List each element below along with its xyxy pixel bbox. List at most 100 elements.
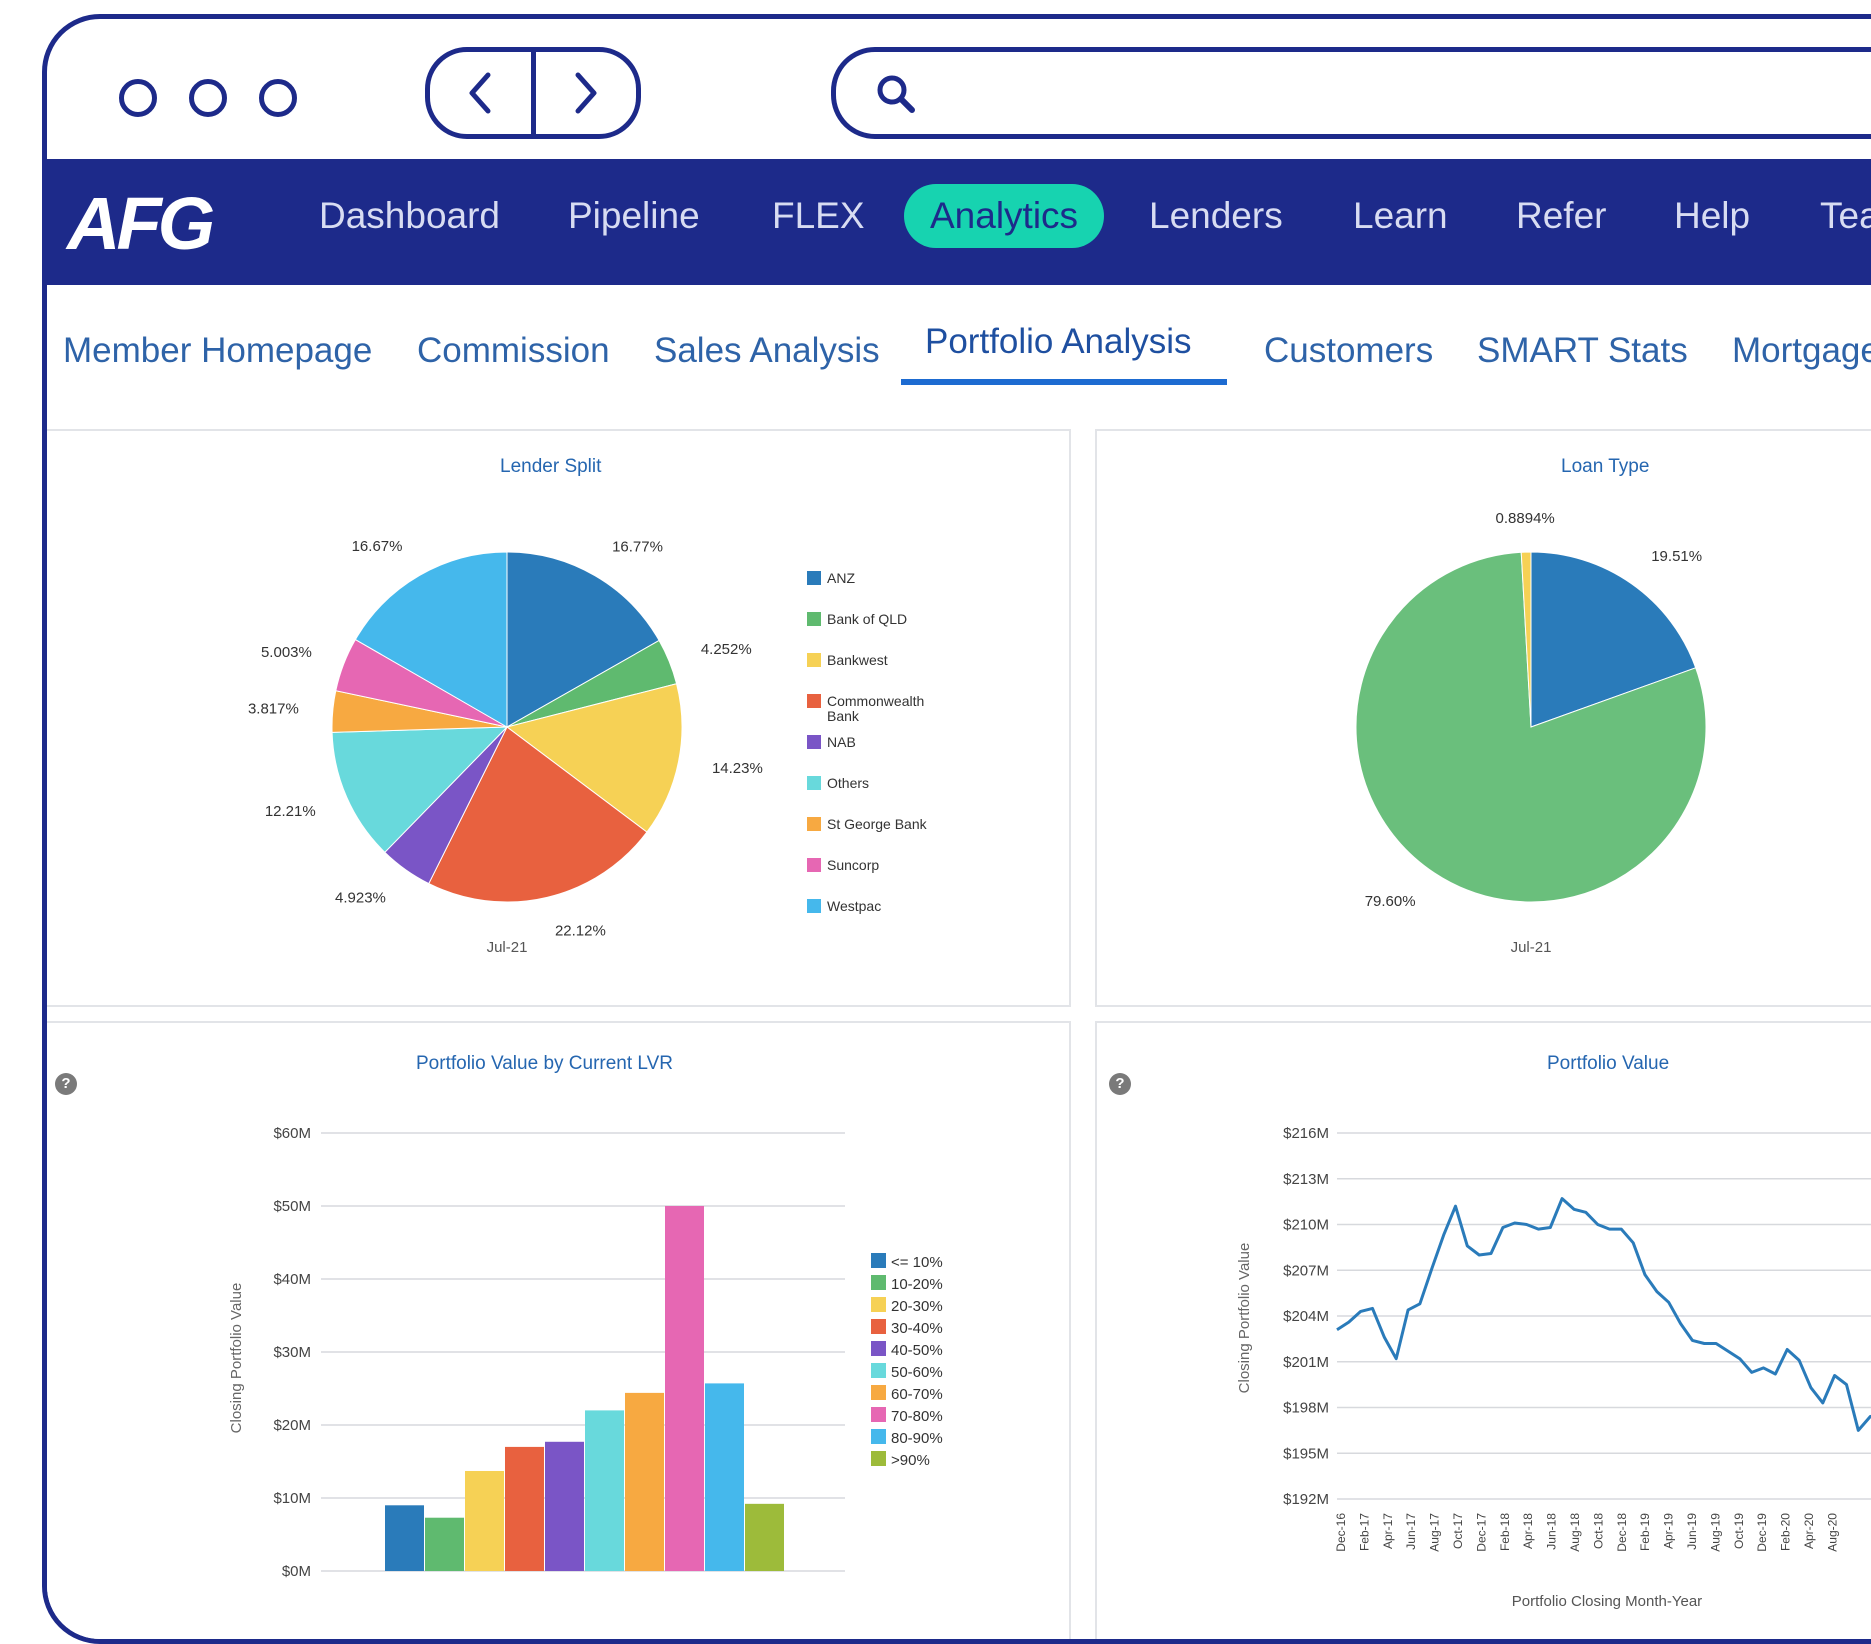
nav-pipeline[interactable]: Pipeline bbox=[568, 195, 700, 237]
window-dot-icon[interactable] bbox=[189, 79, 227, 117]
legend-label: St George Bank bbox=[827, 816, 928, 832]
portfolio-value-chart: $192M $195M $198M $201M $204M $207M $210M $213M… bbox=[1236, 1125, 1871, 1610]
tab-customers[interactable]: Customers bbox=[1264, 331, 1433, 371]
tab-sales-analysis[interactable]: Sales Analysis bbox=[654, 331, 880, 371]
legend-swatch bbox=[807, 612, 821, 626]
pie-data-label: 79.60% bbox=[1365, 893, 1416, 910]
y-tick-label: $195M bbox=[1283, 1445, 1329, 1462]
nav-lenders[interactable]: Lenders bbox=[1149, 195, 1283, 237]
search-icon bbox=[877, 75, 915, 113]
back-button[interactable] bbox=[430, 52, 530, 134]
pie-data-label: 5.003% bbox=[261, 644, 312, 661]
afg-logo[interactable]: AFG bbox=[67, 181, 215, 266]
legend-swatch bbox=[871, 1451, 886, 1466]
y-tick-label: $40M bbox=[273, 1271, 311, 1288]
x-tick-label: Dec-17 bbox=[1474, 1513, 1488, 1552]
legend-label: <= 10% bbox=[891, 1254, 943, 1271]
nav-analytics[interactable]: Analytics bbox=[904, 184, 1105, 248]
bar[interactable] bbox=[705, 1383, 744, 1571]
chevron-right-icon bbox=[575, 72, 597, 114]
lvr-chart: $0M $10M $20M $30M $40M $50M $60M Closing Portf… bbox=[228, 1125, 943, 1580]
legend-swatch bbox=[807, 694, 821, 708]
lvr-panel: Portfolio Value by Current LVR ? $0M $10M… bbox=[47, 1021, 1071, 1639]
bar[interactable] bbox=[665, 1206, 704, 1571]
pie-data-label: 16.77% bbox=[612, 538, 663, 555]
legend-swatch bbox=[807, 817, 821, 831]
legend-swatch bbox=[871, 1341, 886, 1356]
y-axis-label: Closing Portfolio Value bbox=[228, 1283, 245, 1434]
bar[interactable] bbox=[745, 1503, 784, 1571]
legend-swatch bbox=[807, 735, 821, 749]
x-axis-label: Portfolio Closing Month-Year bbox=[1512, 1593, 1702, 1610]
x-tick-label: Feb-20 bbox=[1779, 1513, 1793, 1551]
bar[interactable] bbox=[585, 1410, 624, 1571]
bar[interactable] bbox=[545, 1441, 584, 1571]
y-tick-label: $30M bbox=[273, 1344, 311, 1361]
pie-data-label: 19.51% bbox=[1651, 548, 1702, 565]
legend-label: Others bbox=[827, 775, 869, 791]
pie-data-label: 14.23% bbox=[712, 760, 763, 777]
tab-portfolio-analysis[interactable]: Portfolio Analysis bbox=[925, 322, 1192, 362]
tab-smart-stats[interactable]: SMART Stats bbox=[1477, 331, 1688, 371]
legend-swatch bbox=[807, 776, 821, 790]
legend-swatch bbox=[807, 653, 821, 667]
y-tick-label: $50M bbox=[273, 1198, 311, 1215]
window-dot-icon[interactable] bbox=[119, 79, 157, 117]
x-tick-label: Jun-17 bbox=[1404, 1513, 1418, 1550]
pie-data-label: 12.21% bbox=[265, 803, 316, 820]
legend-swatch bbox=[871, 1275, 886, 1290]
tab-mortgage[interactable]: Mortgage bbox=[1732, 331, 1871, 371]
bar[interactable] bbox=[465, 1470, 504, 1571]
y-tick-label: $198M bbox=[1283, 1400, 1329, 1417]
legend-swatch bbox=[871, 1385, 886, 1400]
pie-x-label: Jul-21 bbox=[1511, 939, 1552, 956]
bar[interactable] bbox=[625, 1392, 664, 1571]
y-tick-label: $201M bbox=[1283, 1354, 1329, 1371]
lender-split-panel: Lender Split 16.77% 4.252% 14.23% 22.12% 4.9… bbox=[47, 429, 1071, 1007]
y-tick-label: $0M bbox=[282, 1563, 311, 1580]
legend-swatch bbox=[807, 858, 821, 872]
x-tick-label: Aug-17 bbox=[1428, 1513, 1442, 1552]
x-tick-label: Dec-19 bbox=[1755, 1513, 1769, 1552]
bar[interactable] bbox=[385, 1505, 424, 1571]
nav-refer[interactable]: Refer bbox=[1516, 195, 1606, 237]
x-tick-label: Apr-20 bbox=[1802, 1513, 1816, 1549]
tab-member-homepage[interactable]: Member Homepage bbox=[63, 331, 372, 371]
legend-label: Westpac bbox=[827, 898, 881, 914]
legend-label: 40-50% bbox=[891, 1342, 943, 1359]
bar[interactable] bbox=[505, 1446, 544, 1571]
x-tick-label: Jun-19 bbox=[1685, 1513, 1699, 1550]
nav-help[interactable]: Help bbox=[1674, 195, 1750, 237]
window-dot-icon[interactable] bbox=[259, 79, 297, 117]
legend-swatch bbox=[871, 1407, 886, 1422]
chevron-left-icon bbox=[469, 72, 491, 114]
legend-label: 10-20% bbox=[891, 1276, 943, 1293]
legend-swatch bbox=[871, 1363, 886, 1378]
x-tick-label: Aug-20 bbox=[1825, 1513, 1839, 1552]
tab-commission[interactable]: Commission bbox=[417, 331, 610, 371]
legend-label: Commonwealth bbox=[827, 693, 924, 709]
series-line[interactable] bbox=[1336, 1197, 1871, 1432]
bar[interactable] bbox=[425, 1517, 464, 1571]
legend-label: 30-40% bbox=[891, 1320, 943, 1337]
x-tick-label: Apr-18 bbox=[1521, 1513, 1535, 1549]
loan-type-chart: 19.51% 79.60% 0.8894% Jul-21 bbox=[1355, 510, 1707, 956]
nav-learn[interactable]: Learn bbox=[1353, 195, 1448, 237]
nav-flex[interactable]: FLEX bbox=[772, 195, 865, 237]
legend-label: Bank bbox=[827, 708, 860, 724]
x-tick-label: Feb-17 bbox=[1357, 1513, 1371, 1551]
legend-label: 80-90% bbox=[891, 1430, 943, 1447]
x-tick-label: Oct-19 bbox=[1732, 1513, 1746, 1549]
y-tick-label: $20M bbox=[273, 1417, 311, 1434]
pie-data-label: 4.252% bbox=[701, 641, 752, 658]
nav-dashboard[interactable]: Dashboard bbox=[319, 195, 500, 237]
loan-type-panel: Loan Type 19.51% 79.60% 0.8894% Jul-21 bbox=[1095, 429, 1871, 1007]
history-nav bbox=[425, 47, 641, 139]
x-tick-label: Aug-18 bbox=[1568, 1513, 1582, 1552]
pie-data-label: 16.67% bbox=[352, 538, 403, 555]
forward-button[interactable] bbox=[536, 52, 636, 134]
x-tick-label: Apr-17 bbox=[1381, 1513, 1395, 1549]
x-tick-label: Dec-18 bbox=[1615, 1513, 1629, 1552]
nav-team[interactable]: Tea bbox=[1820, 195, 1871, 237]
address-bar[interactable] bbox=[831, 47, 1871, 139]
